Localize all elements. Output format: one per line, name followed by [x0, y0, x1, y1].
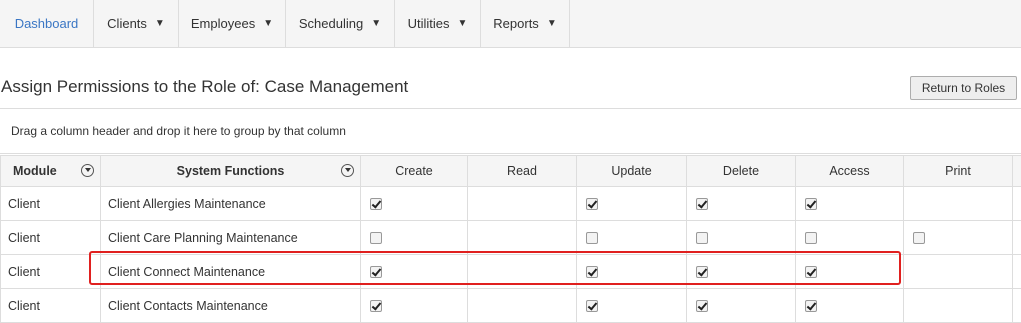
top-nav: Dashboard Clients ▼ Employees ▼ Scheduli…: [0, 0, 1021, 48]
cell-access: [796, 255, 904, 289]
create-checkbox[interactable]: [370, 266, 382, 278]
delete-checkbox[interactable]: [696, 266, 708, 278]
access-checkbox[interactable]: [805, 266, 817, 278]
cell-filler: [1013, 289, 1021, 323]
update-checkbox[interactable]: [586, 266, 598, 278]
cell-filler: [1013, 221, 1021, 255]
col-system-functions-label: System Functions: [177, 164, 285, 178]
nav-dashboard[interactable]: Dashboard: [0, 0, 94, 47]
cell-print: [904, 255, 1013, 289]
cell-update: [577, 255, 687, 289]
nav-employees[interactable]: Employees ▼: [179, 0, 286, 47]
create-checkbox[interactable]: [370, 198, 382, 210]
nav-reports[interactable]: Reports ▼: [481, 0, 570, 47]
col-print[interactable]: Print: [904, 156, 1013, 187]
cell-access: [796, 289, 904, 323]
cell-delete: [687, 255, 796, 289]
cell-access: [796, 221, 904, 255]
col-filler: [1013, 156, 1021, 187]
cell-system-function: Client Connect Maintenance: [101, 255, 361, 289]
col-create[interactable]: Create: [361, 156, 468, 187]
cell-read: [468, 255, 577, 289]
cell-delete: [687, 221, 796, 255]
caret-down-icon: ▼: [458, 18, 468, 29]
update-checkbox[interactable]: [586, 300, 598, 312]
caret-down-icon: ▼: [547, 18, 557, 29]
cell-read: [468, 289, 577, 323]
cell-system-function: Client Contacts Maintenance: [101, 289, 361, 323]
nav-clients-label: Clients: [107, 16, 147, 31]
cell-create: [361, 187, 468, 221]
cell-update: [577, 187, 687, 221]
cell-delete: [687, 187, 796, 221]
return-to-roles-button[interactable]: Return to Roles: [910, 76, 1017, 100]
col-module-label: Module: [13, 164, 57, 178]
col-access[interactable]: Access: [796, 156, 904, 187]
page-title: Assign Permissions to the Role of: Case …: [1, 77, 408, 97]
group-drop-zone[interactable]: Drag a column header and drop it here to…: [0, 108, 1021, 154]
cell-read: [468, 187, 577, 221]
caret-down-icon: ▼: [263, 18, 273, 29]
cell-delete: [687, 289, 796, 323]
grid-header-row: Module System Functions Create Read Upda…: [1, 156, 1021, 187]
cell-system-function: Client Care Planning Maintenance: [101, 221, 361, 255]
update-checkbox[interactable]: [586, 232, 598, 244]
filter-icon[interactable]: [341, 164, 354, 177]
cell-print: [904, 187, 1013, 221]
print-checkbox[interactable]: [913, 232, 925, 244]
access-checkbox[interactable]: [805, 198, 817, 210]
create-checkbox[interactable]: [370, 300, 382, 312]
cell-module: Client: [1, 255, 101, 289]
cell-module: Client: [1, 221, 101, 255]
filter-icon[interactable]: [81, 164, 94, 177]
table-row[interactable]: ClientClient Contacts Maintenance: [1, 289, 1021, 323]
cell-module: Client: [1, 289, 101, 323]
access-checkbox[interactable]: [805, 232, 817, 244]
nav-scheduling-label: Scheduling: [299, 16, 363, 31]
cell-create: [361, 255, 468, 289]
nav-reports-label: Reports: [493, 16, 539, 31]
nav-utilities[interactable]: Utilities ▼: [395, 0, 481, 47]
group-hint-text: Drag a column header and drop it here to…: [11, 124, 346, 138]
table-row[interactable]: ClientClient Connect Maintenance: [1, 255, 1021, 289]
cell-update: [577, 289, 687, 323]
col-delete[interactable]: Delete: [687, 156, 796, 187]
col-read[interactable]: Read: [468, 156, 577, 187]
delete-checkbox[interactable]: [696, 300, 708, 312]
col-update[interactable]: Update: [577, 156, 687, 187]
cell-print: [904, 289, 1013, 323]
cell-module: Client: [1, 187, 101, 221]
cell-access: [796, 187, 904, 221]
cell-create: [361, 289, 468, 323]
cell-update: [577, 221, 687, 255]
table-row[interactable]: ClientClient Allergies Maintenance: [1, 187, 1021, 221]
table-row[interactable]: ClientClient Care Planning Maintenance: [1, 221, 1021, 255]
cell-print: [904, 221, 1013, 255]
nav-dashboard-label: Dashboard: [15, 16, 79, 31]
cell-system-function: Client Allergies Maintenance: [101, 187, 361, 221]
col-module[interactable]: Module: [1, 156, 101, 187]
cell-filler: [1013, 187, 1021, 221]
nav-utilities-label: Utilities: [408, 16, 450, 31]
create-checkbox[interactable]: [370, 232, 382, 244]
nav-employees-label: Employees: [191, 16, 255, 31]
delete-checkbox[interactable]: [696, 198, 708, 210]
nav-clients[interactable]: Clients ▼: [94, 0, 179, 47]
cell-create: [361, 221, 468, 255]
caret-down-icon: ▼: [371, 18, 381, 29]
col-system-functions[interactable]: System Functions: [101, 156, 361, 187]
cell-read: [468, 221, 577, 255]
permissions-grid: Module System Functions Create Read Upda…: [0, 155, 1021, 323]
delete-checkbox[interactable]: [696, 232, 708, 244]
access-checkbox[interactable]: [805, 300, 817, 312]
update-checkbox[interactable]: [586, 198, 598, 210]
nav-scheduling[interactable]: Scheduling ▼: [286, 0, 395, 47]
cell-filler: [1013, 255, 1021, 289]
caret-down-icon: ▼: [155, 18, 165, 29]
